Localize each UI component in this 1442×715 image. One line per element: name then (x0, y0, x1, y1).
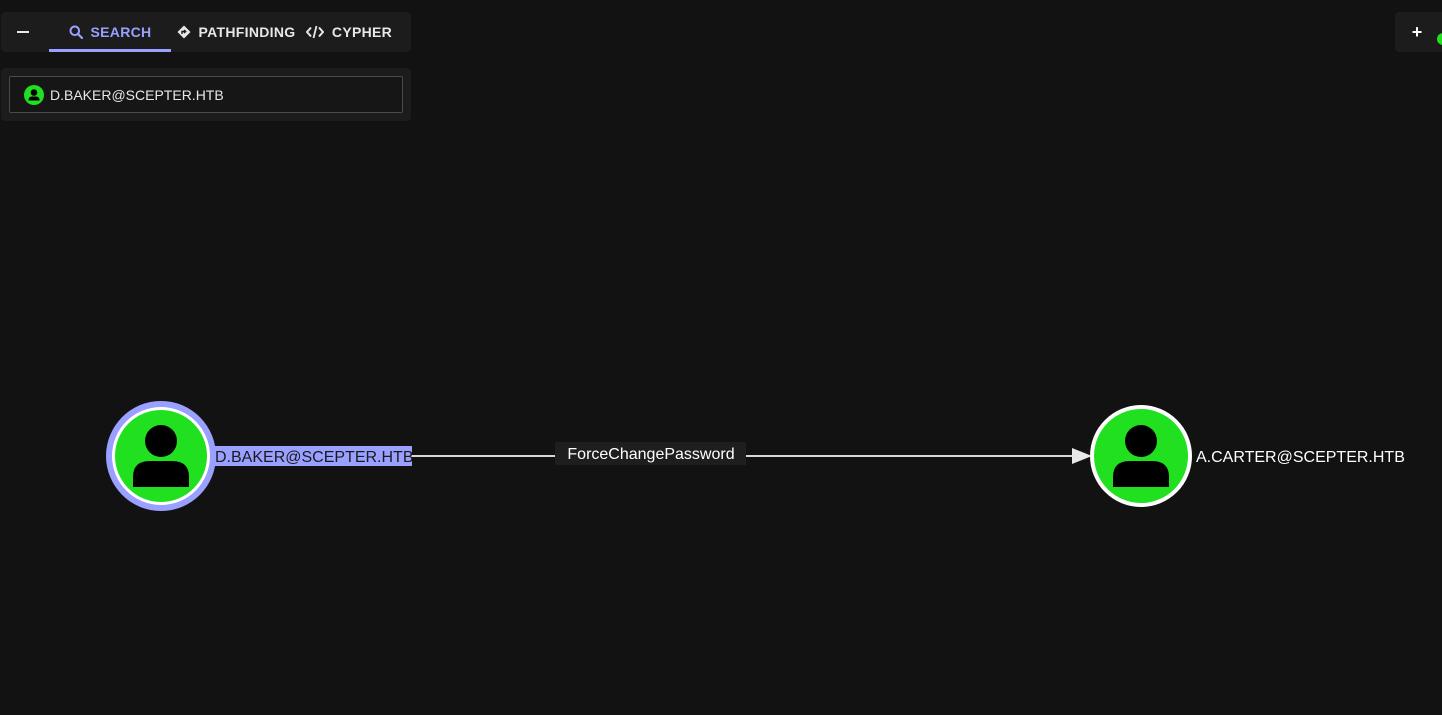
explore-tabbar: SEARCH PATHFINDING CYPHER (1, 12, 411, 52)
code-icon (305, 25, 324, 39)
node-label[interactable]: A.CARTER@SCEPTER.HTB (1196, 449, 1405, 466)
tab-label: PATHFINDING (198, 24, 296, 40)
tab-cypher[interactable]: CYPHER (301, 12, 397, 52)
pathfinding-icon (177, 25, 191, 39)
graph-explorer: ForceChangePassword D.BAKER@SCEPTER.HTB … (0, 0, 1442, 715)
graph-node-target[interactable]: A.CARTER@SCEPTER.HTB (1090, 405, 1405, 507)
tab-pathfinding[interactable]: PATHFINDING (171, 12, 301, 52)
collapse-button[interactable] (1, 12, 45, 52)
edge-label[interactable]: ForceChangePassword (567, 446, 734, 463)
search-value: D.BAKER@SCEPTER.HTB (50, 86, 224, 103)
tab-label: SEARCH (90, 24, 152, 40)
search-icon (69, 25, 83, 39)
tab-label: CYPHER (331, 24, 393, 40)
search-input[interactable]: D.BAKER@SCEPTER.HTB (9, 76, 403, 113)
user-icon (24, 84, 44, 105)
minus-icon (17, 31, 29, 33)
graph-node-source[interactable]: D.BAKER@SCEPTER.HTB (106, 401, 414, 511)
search-panel: D.BAKER@SCEPTER.HTB (1, 68, 411, 121)
status-indicator (1437, 33, 1442, 45)
node-label[interactable]: D.BAKER@SCEPTER.HTB (215, 449, 414, 466)
add-button[interactable]: + (1405, 20, 1429, 44)
right-toolbar: + (1395, 12, 1442, 52)
tab-search[interactable]: SEARCH (49, 12, 171, 52)
